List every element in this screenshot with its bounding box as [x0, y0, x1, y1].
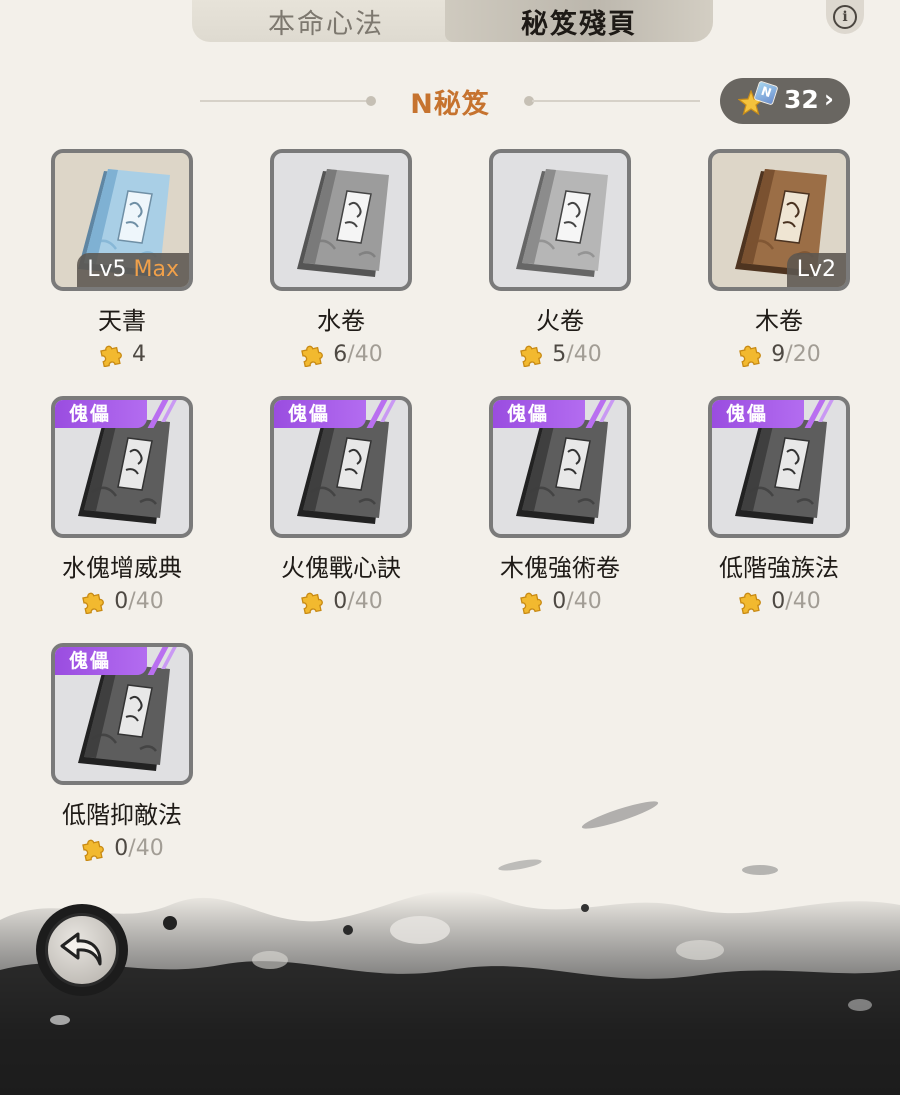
book-frame: [270, 149, 412, 291]
book-cover-icon: [297, 169, 389, 277]
puzzle-star-icon: [520, 345, 543, 367]
fragment-progress: 0/40: [678, 588, 880, 614]
puppet-tag: 傀儡: [55, 400, 147, 428]
fragment-total: /40: [128, 588, 164, 614]
fragment-total: /40: [347, 588, 383, 614]
info-icon: i: [833, 5, 857, 29]
puzzle-star-icon: [739, 592, 762, 614]
book-name: 低階強族法: [719, 554, 839, 582]
book-frame: 傀儡: [270, 396, 412, 538]
tab-natal-technique[interactable]: 本命心法: [192, 0, 460, 42]
book-name: 水卷: [317, 307, 365, 335]
tab-secret-fragments[interactable]: 秘笈殘頁: [445, 0, 713, 42]
info-button[interactable]: i: [826, 0, 864, 34]
fragment-total: /40: [566, 588, 602, 614]
puppet-tag: 傀儡: [55, 647, 147, 675]
book-frame: 傀儡: [51, 643, 193, 785]
book-frame: 傀儡: [51, 396, 193, 538]
book-name: 火傀戰心訣: [281, 554, 401, 582]
book-cover-icon: [78, 663, 170, 771]
book-cover-icon: [735, 416, 827, 524]
level-badge: Lv2: [786, 253, 846, 287]
book-frame: Lv5 Max: [51, 149, 193, 291]
book-cover-icon: [78, 416, 170, 524]
section-divider-left: [200, 100, 368, 102]
fragment-owned: 9: [771, 341, 786, 367]
chevron-right-icon: ›: [824, 85, 834, 113]
fragment-progress: 0/40: [240, 588, 442, 614]
fragment-owned: 4: [132, 341, 146, 367]
puzzle-star-icon: [301, 345, 324, 367]
puppet-tag: 傀儡: [493, 400, 585, 428]
level-text: Lv2: [796, 257, 836, 282]
fragment-total: /20: [785, 341, 821, 367]
fragment-owned: 0: [114, 588, 129, 614]
book-frame: [489, 149, 631, 291]
fragment-owned: 0: [333, 588, 348, 614]
book-cover-icon: [516, 416, 608, 524]
return-arrow-icon: [45, 913, 119, 987]
fragment-progress: 9/20: [678, 341, 880, 367]
fragment-progress: 0/40: [459, 588, 661, 614]
puzzle-star-icon: [520, 592, 543, 614]
fragment-total: /40: [347, 341, 383, 367]
fragment-owned: 5: [552, 341, 567, 367]
fragment-progress: 5/40: [459, 341, 661, 367]
fragment-progress: 6/40: [240, 341, 442, 367]
fragment-total: /40: [785, 588, 821, 614]
level-badge: Lv5 Max: [77, 253, 189, 287]
book-name: 木卷: [755, 307, 803, 335]
puppet-tag: 傀儡: [274, 400, 366, 428]
fragment-count-button[interactable]: N 32 ›: [720, 78, 850, 124]
book-frame: 傀儡: [489, 396, 631, 538]
section-title: N秘笈: [410, 89, 490, 120]
tab-bar: 本命心法 秘笈殘頁 i: [0, 0, 900, 46]
fragment-owned: 0: [771, 588, 786, 614]
back-button[interactable]: [36, 904, 128, 996]
puzzle-star-icon: [739, 345, 762, 367]
book-name: 水傀增威典: [62, 554, 182, 582]
section-divider-right: [532, 100, 700, 102]
fragment-count: 32: [784, 85, 819, 114]
puzzle-star-icon: [82, 592, 105, 614]
fragment-progress: 4: [21, 341, 223, 367]
ink-wash-decoration: [0, 801, 900, 1095]
fragment-total: /40: [566, 341, 602, 367]
book-cover-icon: [297, 416, 389, 524]
puppet-tag: 傀儡: [712, 400, 804, 428]
book-name: 天書: [98, 307, 146, 335]
puzzle-star-icon: [301, 592, 324, 614]
section-divider-dot-left: [366, 96, 376, 106]
book-name: 木傀強術卷: [500, 554, 620, 582]
fragment-owned: 6: [333, 341, 348, 367]
book-frame: Lv2: [708, 149, 850, 291]
book-name: 火卷: [536, 307, 584, 335]
book-cover-icon: [516, 169, 608, 277]
level-max-text: Max: [133, 257, 179, 282]
book-frame: 傀儡: [708, 396, 850, 538]
fragment-progress: 0/40: [21, 588, 223, 614]
puzzle-star-icon: [100, 345, 122, 367]
fragment-owned: 0: [552, 588, 567, 614]
level-text: Lv5: [87, 257, 127, 282]
